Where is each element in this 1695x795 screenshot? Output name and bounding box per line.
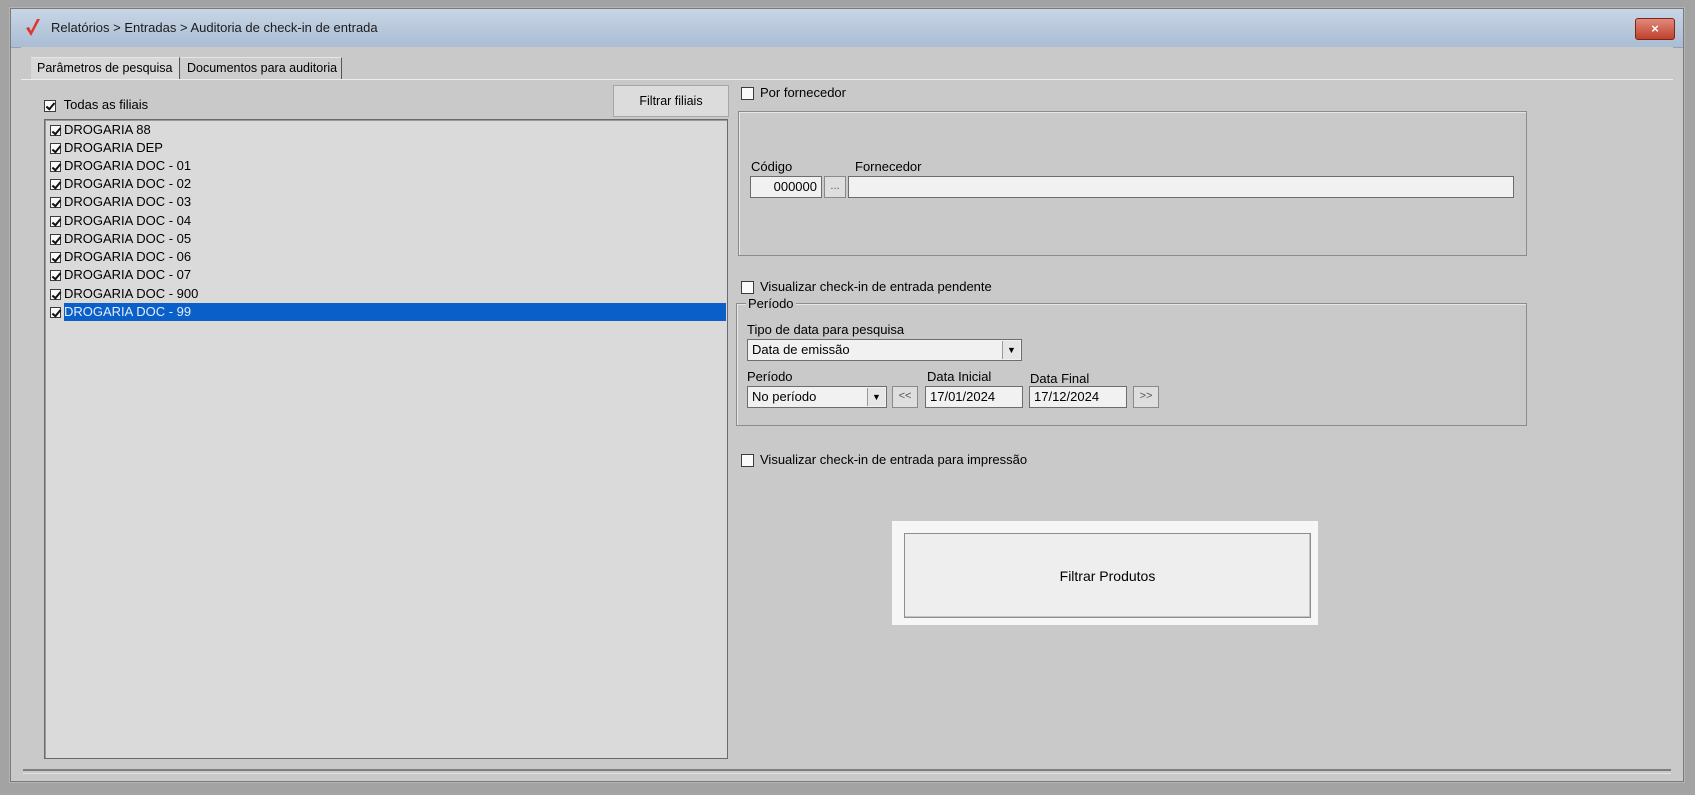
periodo-next-button[interactable]: >> (1133, 386, 1159, 408)
report-window: Relatórios > Entradas > Auditoria de che… (10, 8, 1684, 782)
list-item-filial[interactable]: DROGARIA DOC - 05 (46, 230, 726, 248)
list-item-filial[interactable]: DROGARIA DOC - 01 (46, 157, 726, 175)
filial-label: DROGARIA DOC - 02 (64, 176, 192, 191)
list-item-filial[interactable]: DROGARIA DOC - 07 (46, 266, 726, 284)
filial-label: DROGARIA DOC - 01 (64, 158, 192, 173)
periodo-prev-button[interactable]: << (892, 386, 918, 408)
por-fornecedor-checkbox-row[interactable]: Por fornecedor (741, 85, 846, 101)
bottom-separator-highlight (23, 773, 1671, 774)
fornecedor-lookup-button[interactable]: ... (824, 176, 846, 198)
por-fornecedor-checkbox[interactable] (741, 87, 754, 101)
todas-filiais-checkbox-row[interactable]: Todas as filiais (44, 97, 148, 112)
tipo-data-value: Data de emissão (752, 342, 850, 357)
data-inicial-label: Data Inicial (927, 369, 992, 384)
list-item-filial-selected[interactable]: DROGARIA DOC - 99 (46, 303, 726, 321)
pendente-checkbox[interactable] (741, 281, 754, 295)
list-item-filial[interactable]: DROGARIA DOC - 06 (46, 248, 726, 266)
fornecedor-input[interactable] (848, 176, 1514, 198)
filial-label: DROGARIA DOC - 900 (64, 286, 199, 301)
list-item-filial[interactable]: DROGARIA DOC - 02 (46, 175, 726, 193)
window-title: Relatórios > Entradas > Auditoria de che… (51, 20, 378, 35)
filial-checkbox[interactable] (50, 289, 61, 301)
filial-checkbox[interactable] (50, 161, 61, 173)
impressao-checkbox-row[interactable]: Visualizar check-in de entrada para impr… (741, 452, 1028, 468)
impressao-label: Visualizar check-in de entrada para impr… (760, 452, 1028, 467)
tab-divider (21, 79, 1673, 80)
filial-checkbox[interactable] (50, 270, 61, 282)
periodo-select[interactable]: No período ▼ (747, 386, 887, 408)
list-item-filial[interactable]: DROGARIA 88 (46, 121, 726, 139)
periodo-legend: Período (746, 296, 796, 311)
codigo-input[interactable]: 000000 (750, 176, 822, 198)
bottom-separator (23, 769, 1671, 771)
list-item-filial[interactable]: DROGARIA DEP (46, 139, 726, 157)
todas-filiais-checkbox[interactable] (44, 99, 56, 112)
title-bar: Relatórios > Entradas > Auditoria de che… (11, 9, 1683, 48)
filiais-list[interactable]: DROGARIA 88 DROGARIA DEP DROGARIA DOC - … (44, 119, 728, 759)
client-area: Parâmetros de pesquisa Documentos para a… (21, 47, 1673, 775)
filtrar-produtos-button[interactable]: Filtrar Produtos (904, 533, 1311, 618)
list-item-filial[interactable]: DROGARIA DOC - 03 (46, 193, 726, 211)
filial-label: DROGARIA DOC - 07 (64, 267, 192, 282)
pendente-label: Visualizar check-in de entrada pendente (760, 279, 992, 294)
filial-checkbox[interactable] (50, 234, 61, 246)
fornecedor-label: Fornecedor (855, 159, 922, 174)
filial-label: DROGARIA DOC - 99 (64, 304, 192, 319)
filial-checkbox[interactable] (50, 143, 61, 155)
filtrar-filiais-button[interactable]: Filtrar filiais (613, 85, 729, 117)
filial-checkbox[interactable] (50, 197, 61, 209)
data-inicial-input[interactable]: 17/01/2024 (925, 386, 1023, 408)
todas-filiais-label: Todas as filiais (63, 97, 149, 112)
tab-parametros-de-pesquisa[interactable]: Parâmetros de pesquisa (31, 57, 180, 79)
filial-checkbox[interactable] (50, 179, 61, 191)
filial-label: DROGARIA 88 (64, 122, 151, 137)
tab-documentos-para-auditoria[interactable]: Documentos para auditoria (181, 57, 342, 79)
filtrar-produtos-panel: Filtrar Produtos (892, 521, 1318, 625)
tab-label: Documentos para auditoria (187, 61, 338, 75)
app-logo-icon (26, 19, 40, 36)
periodo-group: Período Tipo de data para pesquisa Data … (736, 296, 1527, 426)
close-button[interactable]: × (1635, 18, 1675, 40)
list-item-filial[interactable]: DROGARIA DOC - 900 (46, 285, 726, 303)
periodo-value: No período (752, 389, 817, 404)
filial-label: DROGARIA DOC - 06 (64, 249, 192, 264)
impressao-checkbox[interactable] (741, 454, 754, 468)
filial-checkbox[interactable] (50, 125, 61, 137)
filial-label: DROGARIA DOC - 05 (64, 231, 192, 246)
chevron-down-icon[interactable]: ▼ (1002, 341, 1020, 359)
filial-label: DROGARIA DOC - 04 (64, 213, 192, 228)
chevron-down-icon[interactable]: ▼ (867, 388, 885, 406)
pendente-checkbox-row[interactable]: Visualizar check-in de entrada pendente (741, 279, 992, 295)
periodo-label: Período (747, 369, 793, 384)
list-item-filial[interactable]: DROGARIA DOC - 04 (46, 212, 726, 230)
filial-label: DROGARIA DEP (64, 140, 163, 155)
filial-label: DROGARIA DOC - 03 (64, 194, 192, 209)
tipo-data-select[interactable]: Data de emissão ▼ (747, 339, 1022, 361)
por-fornecedor-label: Por fornecedor (760, 85, 846, 100)
data-final-label: Data Final (1030, 371, 1090, 386)
filial-checkbox[interactable] (50, 216, 61, 228)
fornecedor-group: Código 000000 ... Fornecedor (738, 111, 1527, 256)
data-final-input[interactable]: 17/12/2024 (1029, 386, 1127, 408)
filial-checkbox[interactable] (50, 252, 61, 264)
codigo-label: Código (751, 159, 793, 174)
tipo-data-label: Tipo de data para pesquisa (747, 322, 905, 337)
filial-checkbox[interactable] (50, 307, 61, 319)
tab-label: Parâmetros de pesquisa (37, 61, 173, 75)
